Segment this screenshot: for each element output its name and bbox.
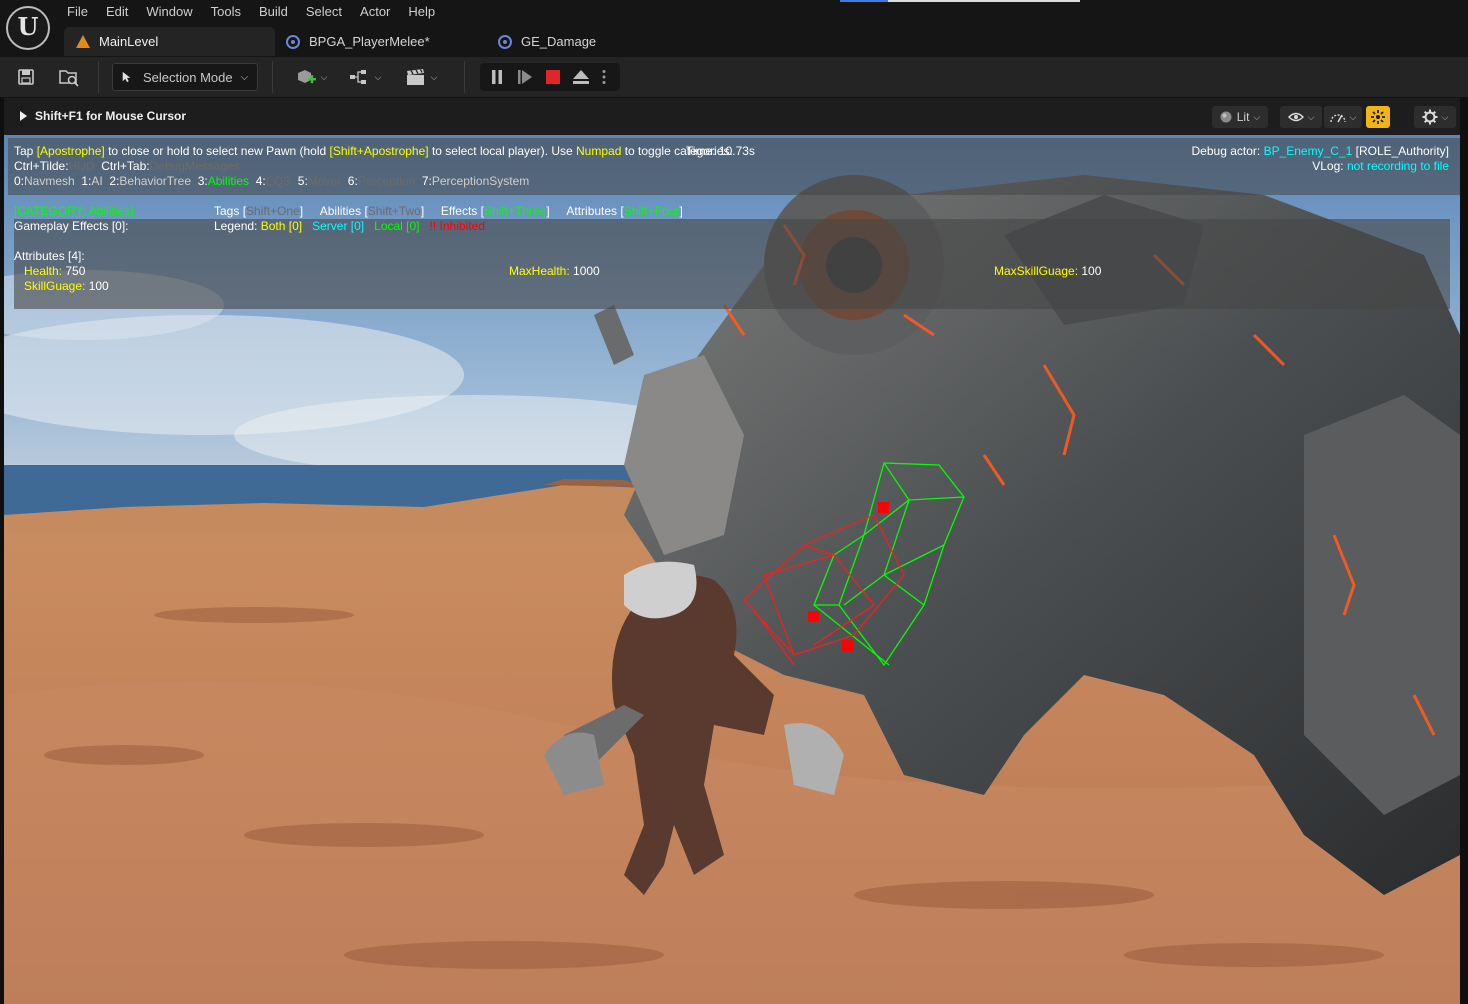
- debug-actor: Debug actor: BP_Enemy_C_1 [ROLE_Authorit…: [1191, 144, 1449, 158]
- cursor-icon: [122, 71, 131, 83]
- clapperboard-icon: [406, 69, 424, 85]
- title-progress-bar: [840, 0, 1080, 2]
- toolbar-divider: [98, 61, 99, 93]
- browse-icon: [59, 70, 79, 87]
- selection-mode-label: Selection Mode: [143, 69, 233, 85]
- lit-label: Lit: [1236, 110, 1250, 124]
- performance-scalability-button[interactable]: ⌵: [1324, 106, 1362, 128]
- menu-build[interactable]: Build: [250, 0, 297, 24]
- category-title: [CATEGORY: Abilities]: [14, 204, 134, 218]
- cinematics-button[interactable]: ⌵: [400, 63, 442, 91]
- attribute-maxhealth: MaxHealth: 1000: [509, 264, 600, 278]
- eye-icon: [1287, 112, 1304, 122]
- realtime-icon: [1371, 110, 1385, 124]
- resume-button[interactable]: [512, 63, 538, 91]
- tab-label: GE_Damage: [521, 34, 597, 49]
- chevron-down-icon: ⌵: [1253, 111, 1261, 122]
- toolbar-divider: [464, 61, 465, 93]
- blueprint-graph-icon: [349, 70, 366, 84]
- chevron-down-icon: ⌵: [1307, 111, 1315, 122]
- menu-actor[interactable]: Actor: [351, 0, 399, 24]
- blueprint-icon: [286, 34, 300, 49]
- chevron-down-icon: ⌵: [430, 71, 438, 82]
- stop-button[interactable]: [540, 63, 566, 91]
- play-arrow-icon: [20, 111, 27, 121]
- tab-label: MainLevel: [99, 34, 159, 49]
- attribute-maxskillguage: MaxSkillGuage: 100: [994, 264, 1102, 278]
- play-options-button[interactable]: [594, 63, 614, 91]
- hint-text: Shift+F1 for Mouse Cursor: [35, 109, 187, 123]
- gameplay-effects-header: Gameplay Effects [0]:: [14, 219, 129, 233]
- attributes-header: Attributes [4]:: [14, 249, 85, 263]
- menu-edit[interactable]: Edit: [97, 0, 137, 24]
- debugger-time: Time: 10.73s: [686, 144, 755, 158]
- add-actor-icon: [297, 70, 316, 84]
- menu-file[interactable]: File: [58, 0, 97, 24]
- main-toolbar: Selection Mode ⌵ ⌵ ⌵ ⌵: [0, 57, 1468, 98]
- realtime-toggle-button[interactable]: [1366, 106, 1390, 128]
- eject-button[interactable]: [568, 63, 594, 91]
- menu-tools[interactable]: Tools: [202, 0, 250, 24]
- menu-window[interactable]: Window: [137, 0, 201, 24]
- quick-add-button[interactable]: ⌵: [290, 63, 332, 91]
- menu-bar: File Edit Window Tools Build Select Acto…: [58, 0, 444, 24]
- level-viewport[interactable]: Shift+F1 for Mouse Cursor Lit ⌵ ⌵ ⌵ ⌵ Ta…: [4, 98, 1460, 1004]
- debugger-help-line: Tap [Apostrophe] to close or hold to sel…: [14, 144, 733, 158]
- attribute-skillguage: SkillGuage: 100: [24, 279, 109, 293]
- viewport-settings-button[interactable]: ⌵: [1414, 106, 1456, 128]
- blueprint-icon: [498, 34, 512, 49]
- chevron-down-icon: ⌵: [1441, 111, 1449, 122]
- resume-icon: [518, 70, 532, 84]
- pause-icon: [492, 70, 502, 84]
- stop-icon: [546, 70, 560, 84]
- attribute-health: Health: 750: [24, 264, 86, 278]
- gear-icon: [1422, 109, 1438, 125]
- viewport-toolbar: Shift+F1 for Mouse Cursor Lit ⌵ ⌵ ⌵ ⌵: [4, 98, 1460, 135]
- menu-help[interactable]: Help: [399, 0, 444, 24]
- content-browser-button[interactable]: [56, 63, 82, 91]
- eject-icon: [573, 70, 589, 84]
- save-icon: [18, 69, 34, 85]
- selection-mode-dropdown[interactable]: Selection Mode ⌵: [112, 63, 258, 91]
- chevron-down-icon: ⌵: [374, 71, 382, 82]
- play-controls: [480, 63, 620, 91]
- debugger-categories: 0:Navmesh 1:AI 2:BehaviorTree 3:Abilitie…: [14, 174, 530, 188]
- effects-legend: Legend: Both [0] Server [0] Local [0] !!…: [214, 219, 485, 233]
- chevron-down-icon: ⌵: [320, 71, 328, 82]
- level-icon: [76, 35, 90, 48]
- save-button[interactable]: [14, 63, 38, 91]
- show-flags-button[interactable]: ⌵: [1280, 106, 1322, 128]
- tab-ge-damage[interactable]: GE_Damage: [496, 27, 696, 56]
- chevron-down-icon: ⌵: [240, 71, 249, 83]
- pause-button[interactable]: [484, 63, 510, 91]
- tab-mainlevel[interactable]: MainLevel: [64, 27, 275, 56]
- blueprints-button[interactable]: ⌵: [344, 63, 386, 91]
- toolbar-divider: [272, 61, 273, 93]
- tab-bpga-playermelee[interactable]: BPGA_PlayerMelee*: [284, 27, 484, 56]
- vlog-status: VLog: not recording to file: [1312, 159, 1449, 173]
- more-icon: [602, 70, 606, 84]
- mouse-cursor-hint: Shift+F1 for Mouse Cursor: [20, 109, 186, 123]
- category-subviews: Tags [Shift+One] Abilities [Shift+Two] E…: [214, 204, 683, 218]
- view-mode-lit-button[interactable]: Lit ⌵: [1212, 106, 1268, 128]
- debugger-hud-toggles: Ctrl+Tilde:HUD Ctrl+Tab:DebugMessages: [14, 159, 240, 173]
- speedometer-icon: [1329, 114, 1346, 123]
- sphere-icon: [1220, 111, 1232, 123]
- tab-label: BPGA_PlayerMelee*: [309, 34, 430, 49]
- menu-select[interactable]: Select: [297, 0, 351, 24]
- unreal-logo[interactable]: U: [6, 6, 50, 50]
- chevron-down-icon: ⌵: [1349, 111, 1357, 122]
